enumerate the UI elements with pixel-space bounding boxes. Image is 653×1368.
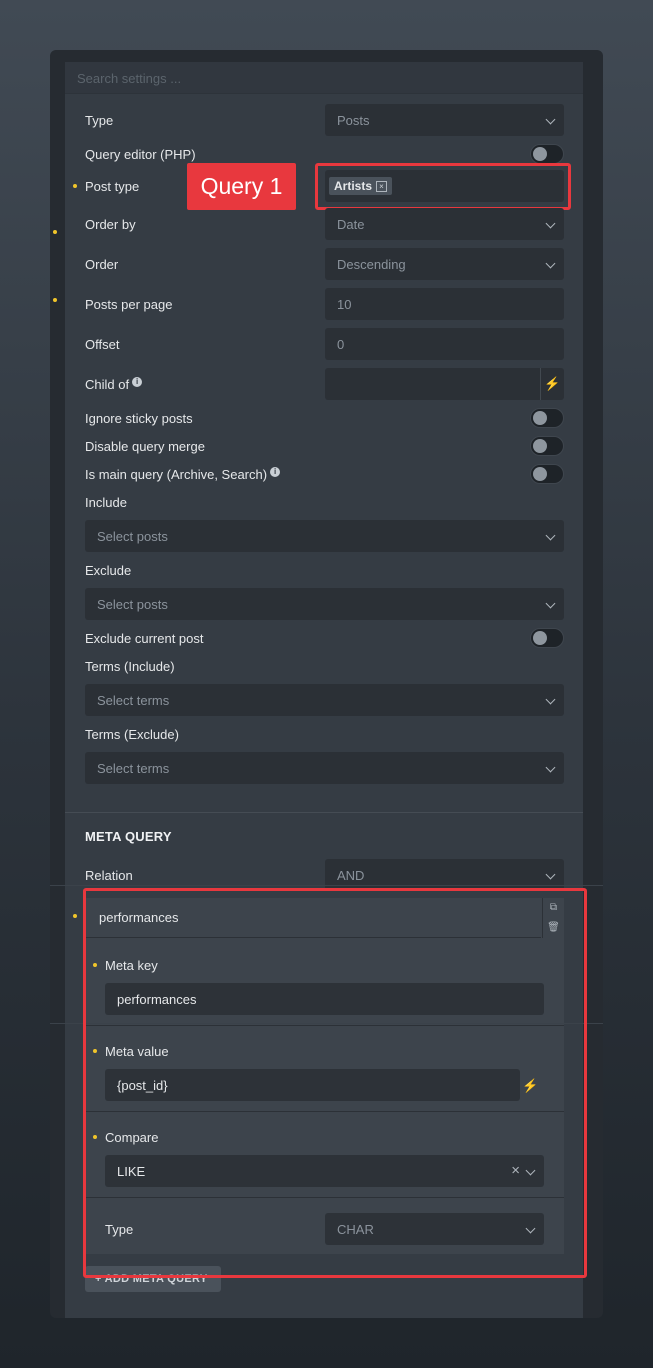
chevron-down-icon xyxy=(545,762,556,773)
include-placeholder: Select posts xyxy=(97,529,168,544)
terms-include-placeholder: Select terms xyxy=(97,693,170,708)
relation-label: Relation xyxy=(85,868,133,883)
order-by-value: Date xyxy=(337,217,365,232)
query-annotation-tag: Query 1 xyxy=(187,163,296,210)
terms-include-label: Terms (Include) xyxy=(85,659,175,674)
exclude-current-toggle[interactable] xyxy=(530,628,564,648)
child-of-input[interactable]: ⚡ xyxy=(325,368,564,400)
chevron-down-icon xyxy=(545,869,556,880)
modified-dot xyxy=(53,230,57,234)
disable-merge-toggle[interactable] xyxy=(530,436,564,456)
toggle-knob xyxy=(533,467,547,481)
posts-per-page-value: 10 xyxy=(337,297,352,312)
chevron-down-icon xyxy=(545,530,556,541)
chevron-down-icon xyxy=(545,218,556,229)
is-main-query-toggle[interactable] xyxy=(530,464,564,484)
section-divider xyxy=(50,885,603,886)
query-editor-label: Query editor (PHP) xyxy=(85,147,196,162)
query-editor-toggle[interactable] xyxy=(530,144,564,164)
posts-per-page-label: Posts per page xyxy=(85,297,173,312)
offset-value: 0 xyxy=(337,337,345,352)
child-of-label-text: Child of xyxy=(85,377,130,392)
terms-exclude-placeholder: Select terms xyxy=(97,761,170,776)
info-icon[interactable]: i xyxy=(270,467,281,477)
order-by-select[interactable]: Date xyxy=(325,208,564,240)
chevron-down-icon xyxy=(545,258,556,269)
section-divider xyxy=(65,812,583,813)
order-value: Descending xyxy=(337,257,406,272)
exclude-select[interactable]: Select posts xyxy=(85,588,564,620)
ignore-sticky-toggle[interactable] xyxy=(530,408,564,428)
type-label: Type xyxy=(85,113,114,128)
exclude-label: Exclude xyxy=(85,563,132,578)
exclude-current-label: Exclude current post xyxy=(85,631,204,646)
terms-include-select[interactable]: Select terms xyxy=(85,684,564,716)
offset-label: Offset xyxy=(85,337,120,352)
dynamic-data-bolt-icon[interactable]: ⚡ xyxy=(540,368,564,400)
modified-dot xyxy=(53,298,57,302)
is-main-query-label: Is main query (Archive, Search) i xyxy=(85,467,281,482)
toggle-knob xyxy=(533,411,547,425)
is-main-query-label-text: Is main query (Archive, Search) xyxy=(85,467,268,482)
order-select[interactable]: Descending xyxy=(325,248,564,280)
chevron-down-icon xyxy=(545,598,556,609)
child-of-label: Child of i xyxy=(85,377,143,392)
exclude-placeholder: Select posts xyxy=(97,597,168,612)
order-label: Order xyxy=(85,257,119,272)
relation-value: AND xyxy=(337,868,365,883)
toggle-knob xyxy=(533,631,547,645)
info-icon[interactable]: i xyxy=(132,377,143,387)
terms-exclude-select[interactable]: Select terms xyxy=(85,752,564,784)
post-type-label: Post type xyxy=(85,179,140,194)
chevron-down-icon xyxy=(545,694,556,705)
type-select[interactable]: Posts xyxy=(325,104,564,136)
modified-dot xyxy=(73,914,77,918)
ignore-sticky-label: Ignore sticky posts xyxy=(85,411,193,426)
highlight-box-meta-query xyxy=(83,888,587,1278)
include-select[interactable]: Select posts xyxy=(85,520,564,552)
order-by-label: Order by xyxy=(85,217,136,232)
offset-input[interactable]: 0 xyxy=(325,328,564,360)
chevron-down-icon xyxy=(545,114,556,125)
highlight-box-post-type xyxy=(315,163,571,210)
toggle-knob xyxy=(533,439,547,453)
modified-dot xyxy=(73,184,77,188)
disable-merge-label: Disable query merge xyxy=(85,439,205,454)
meta-query-heading: META QUERY xyxy=(85,829,172,844)
relation-select[interactable]: AND xyxy=(325,859,564,891)
toggle-knob xyxy=(533,147,547,161)
type-value: Posts xyxy=(337,113,370,128)
posts-per-page-input[interactable]: 10 xyxy=(325,288,564,320)
terms-exclude-label: Terms (Exclude) xyxy=(85,727,179,742)
include-label: Include xyxy=(85,495,127,510)
search-input[interactable]: Search settings ... xyxy=(65,62,583,94)
